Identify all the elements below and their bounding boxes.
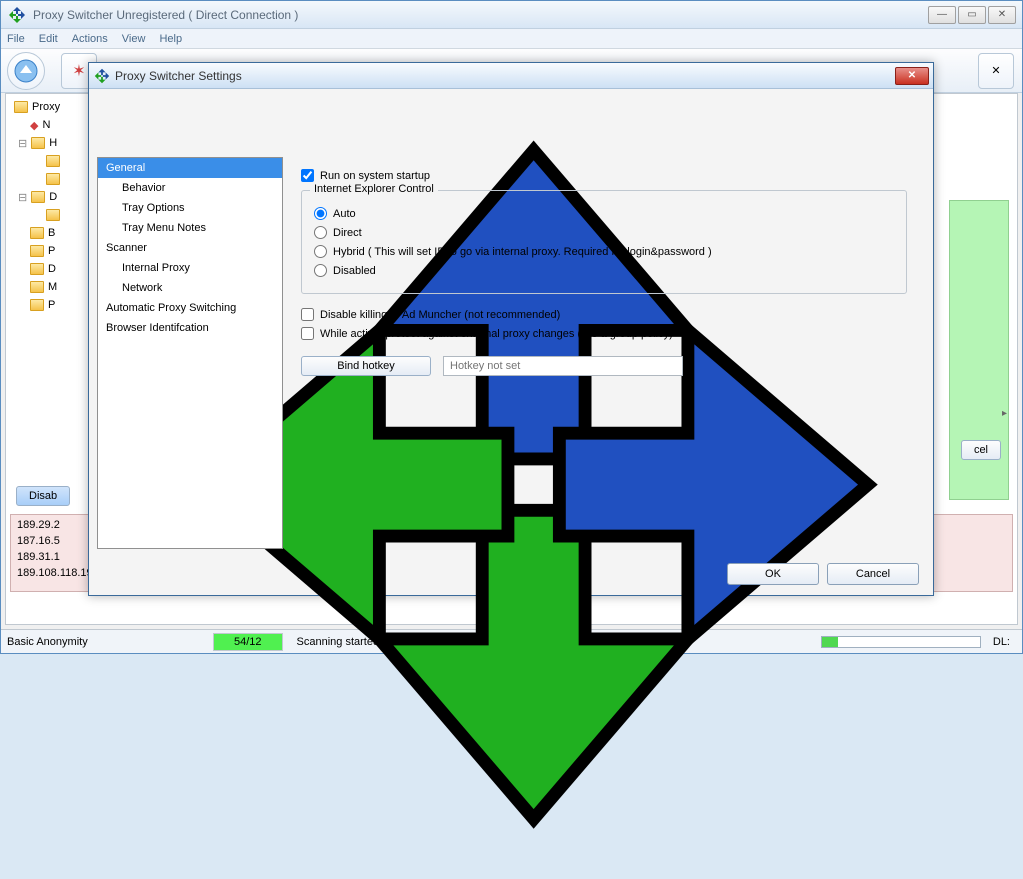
app-icon <box>7 5 27 25</box>
tree-item[interactable]: H <box>49 137 57 149</box>
nav-scanner[interactable]: Scanner <box>98 238 282 258</box>
main-title: Proxy Switcher Unregistered ( Direct Con… <box>33 8 928 22</box>
maximize-button[interactable]: ▭ <box>958 6 986 24</box>
nav-behavior[interactable]: Behavior <box>98 178 282 198</box>
nav-browser-id[interactable]: Browser Identifcation <box>98 318 282 338</box>
dialog-buttons: OK Cancel <box>727 563 919 585</box>
disable-button[interactable]: Disab <box>16 486 70 506</box>
ie-disabled-radio[interactable] <box>314 264 327 277</box>
dialog-titlebar: Proxy Switcher Settings ✕ <box>89 63 933 89</box>
ok-button[interactable]: OK <box>727 563 819 585</box>
cancel-button-bg: cel <box>961 440 1001 460</box>
menu-help[interactable]: Help <box>159 33 182 45</box>
minimize-button[interactable]: ― <box>928 6 956 24</box>
folder-icon <box>46 155 60 167</box>
dialog-content: General Behavior Tray Options Tray Menu … <box>97 157 925 549</box>
ie-hybrid-label: Hybrid ( This will set IE to go via inte… <box>333 246 712 258</box>
dialog-close-button[interactable]: ✕ <box>895 67 929 85</box>
settings-panel: Run on system startup Internet Explorer … <box>283 157 925 549</box>
nav-internal-proxy[interactable]: Internal Proxy <box>98 258 282 278</box>
settings-dialog: Proxy Switcher Settings ✕ General Genera… <box>88 62 934 596</box>
toolbar-close-button[interactable]: ✕ <box>978 53 1014 89</box>
nav-general[interactable]: General <box>98 158 282 178</box>
ie-direct-radio[interactable] <box>314 226 327 239</box>
folder-icon <box>30 245 44 257</box>
tree-item[interactable]: M <box>48 281 57 293</box>
disable-admuncher-label: Disable killing of Ad Muncher (not recom… <box>320 309 560 321</box>
run-startup-checkbox[interactable] <box>301 169 314 182</box>
menu-view[interactable]: View <box>122 33 146 45</box>
settings-nav: General Behavior Tray Options Tray Menu … <box>97 157 283 549</box>
nav-tray-menu-notes[interactable]: Tray Menu Notes <box>98 218 282 238</box>
nav-auto-switching[interactable]: Automatic Proxy Switching <box>98 298 282 318</box>
scroll-arrow-icon[interactable]: ▸ <box>1002 408 1007 419</box>
tree-item[interactable]: P <box>48 245 55 257</box>
bind-hotkey-button[interactable]: Bind hotkey <box>301 356 431 376</box>
tree-item[interactable]: D <box>49 191 57 203</box>
tree-item[interactable]: P <box>48 299 55 311</box>
main-titlebar: Proxy Switcher Unregistered ( Direct Con… <box>1 1 1022 29</box>
ie-control-group: Internet Explorer Control Auto Direct Hy… <box>301 190 907 294</box>
ie-auto-label: Auto <box>333 208 356 220</box>
tree-item[interactable]: B <box>48 227 55 239</box>
tree-root[interactable]: Proxy <box>32 101 60 113</box>
folder-icon <box>30 299 44 311</box>
folder-icon <box>46 173 60 185</box>
tree-item[interactable]: D <box>48 263 56 275</box>
close-button[interactable]: ✕ <box>988 6 1016 24</box>
ie-disabled-label: Disabled <box>333 265 376 277</box>
folder-icon <box>46 209 60 221</box>
folder-icon <box>31 137 45 149</box>
dialog-title: Proxy Switcher Settings <box>111 69 895 83</box>
tree-item[interactable]: N <box>42 119 50 131</box>
nav-network[interactable]: Network <box>98 278 282 298</box>
folder-icon <box>14 101 28 113</box>
menu-edit[interactable]: Edit <box>39 33 58 45</box>
window-controls: ― ▭ ✕ <box>928 6 1016 24</box>
run-startup-label: Run on system startup <box>320 170 430 182</box>
ie-hybrid-radio[interactable] <box>314 245 327 258</box>
folder-icon <box>30 281 44 293</box>
folder-icon <box>31 191 45 203</box>
dialog-app-icon <box>93 67 111 85</box>
protect-proxy-label: While active, protect against external p… <box>320 328 673 340</box>
menubar: File Edit Actions View Help <box>1 29 1022 49</box>
cancel-scan-button[interactable]: cel <box>961 440 1001 460</box>
ie-auto-radio[interactable] <box>314 207 327 220</box>
hotkey-input[interactable] <box>443 356 683 376</box>
disable-admuncher-checkbox[interactable] <box>301 308 314 321</box>
protect-proxy-checkbox[interactable] <box>301 327 314 340</box>
status-dl: DL: <box>987 636 1016 648</box>
menu-actions[interactable]: Actions <box>72 33 108 45</box>
menu-file[interactable]: File <box>7 33 25 45</box>
toolbar-up-button[interactable] <box>7 52 45 90</box>
cancel-button[interactable]: Cancel <box>827 563 919 585</box>
folder-icon <box>30 227 44 239</box>
nav-tray-options[interactable]: Tray Options <box>98 198 282 218</box>
ie-direct-label: Direct <box>333 227 362 239</box>
ie-group-title: Internet Explorer Control <box>310 183 438 195</box>
folder-icon <box>30 263 44 275</box>
